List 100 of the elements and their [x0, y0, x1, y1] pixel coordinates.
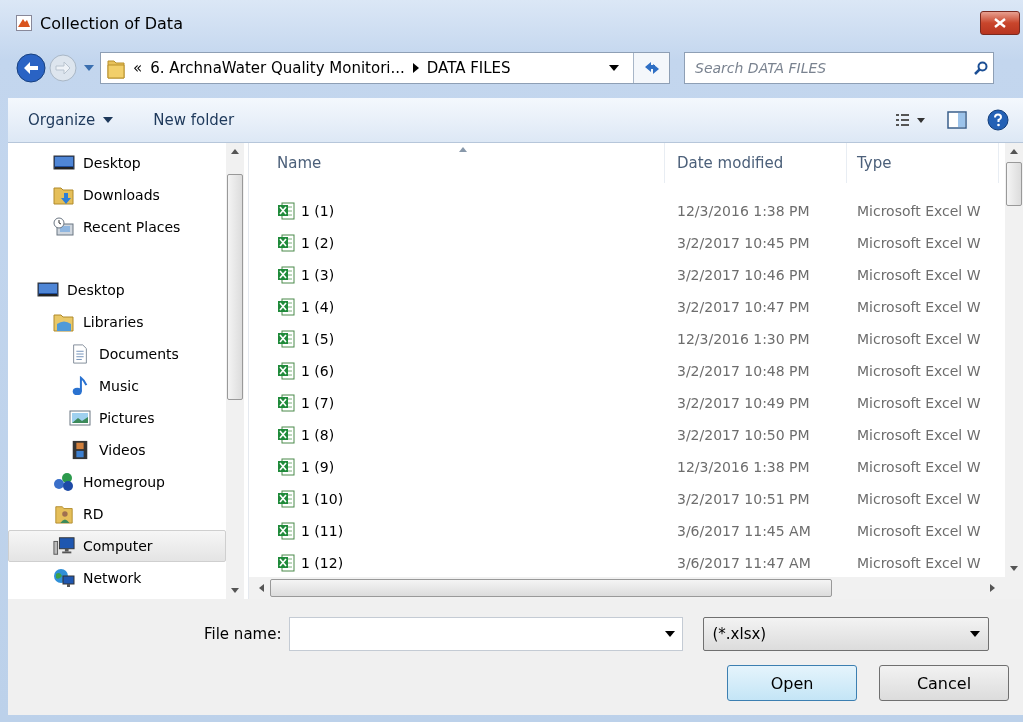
table-cell-text: Microsoft Excel W: [856, 426, 982, 445]
breadcrumb[interactable]: 6. ArchnaWater Quality Monitori...: [150, 59, 405, 77]
toolbar-button[interactable]: New folder: [145, 107, 243, 133]
file-name-cell[interactable]: 1 (12): [249, 547, 665, 577]
table-cell-text: Microsoft Excel W: [856, 554, 982, 573]
caret-icon: [103, 117, 114, 123]
sidebar-item[interactable]: Computer: [8, 530, 226, 562]
table-cell-text: 3/2/2017 10:51 PM: [676, 490, 811, 509]
column-header[interactable]: Name: [249, 143, 665, 183]
sidebar-item[interactable]: Documents: [8, 338, 226, 370]
history-dropdown-icon[interactable]: [84, 65, 94, 71]
spreadsheet-icon: [277, 522, 295, 540]
sidebar-item[interactable]: Videos: [8, 434, 226, 466]
file-name-cell[interactable]: 1 (9): [249, 451, 665, 483]
column-header[interactable]: Type: [847, 143, 999, 183]
sidebar-item[interactable]: Pictures: [8, 402, 226, 434]
table-cell-text: 12/3/2016 1:30 PM: [676, 330, 811, 349]
preview-pane-icon[interactable]: [947, 111, 967, 129]
sidebar-item[interactable]: Desktop: [8, 274, 226, 306]
cancel-button[interactable]: Cancel: [879, 665, 1009, 701]
sidebar-item[interactable]: Network: [8, 562, 226, 594]
folder-icon: [107, 57, 125, 79]
close-icon: [994, 18, 1006, 28]
sort-arrow-icon: [459, 147, 467, 152]
table-cell-text: Microsoft Excel W: [856, 330, 982, 349]
table-cell-text: Microsoft Excel W: [856, 522, 982, 541]
view-options-icon[interactable]: [895, 112, 927, 128]
sidebar-item[interactable]: Homegroup: [8, 466, 226, 498]
scrollbar[interactable]: [226, 143, 244, 599]
desktop-icon: [37, 280, 59, 300]
caret-icon[interactable]: [665, 631, 676, 637]
file-name-cell[interactable]: 1 (1): [249, 195, 665, 227]
table-cell-text: Microsoft Excel W: [856, 362, 982, 381]
address-bar[interactable]: « 6. ArchnaWater Quality Monitori... DATA FILES: [100, 52, 670, 84]
scrollbar[interactable]: [1005, 143, 1023, 577]
caret-icon: [970, 631, 981, 637]
table-cell-text: 12/3/2016 1:38 PM: [676, 458, 811, 477]
scroll-up-icon[interactable]: [1010, 149, 1018, 154]
file-type-dropdown[interactable]: (*.xlsx): [703, 617, 990, 651]
table-cell-text: Microsoft Excel W: [856, 202, 982, 221]
scroll-thumb[interactable]: [270, 579, 832, 597]
search-field[interactable]: Search DATA FILES: [684, 52, 994, 84]
spreadsheet-icon: [277, 426, 295, 444]
organize-menu[interactable]: Organize: [20, 107, 122, 133]
table-cell-text: Microsoft Excel W: [856, 490, 982, 509]
file-name-cell[interactable]: 1 (7): [249, 387, 665, 419]
table-cell-text: 12/3/2016 1:38 PM: [676, 202, 811, 221]
scroll-left-icon[interactable]: [259, 584, 264, 592]
sidebar-item[interactable]: Downloads: [8, 179, 226, 211]
file-name-cell[interactable]: 1 (5): [249, 323, 665, 355]
folder-icon: [53, 185, 75, 205]
scroll-up-icon[interactable]: [231, 149, 239, 154]
scroll-thumb[interactable]: [227, 174, 243, 400]
table-cell-text: 3/2/2017 10:45 PM: [676, 234, 811, 253]
table-cell-text: 3/6/2017 11:45 AM: [676, 522, 812, 541]
spreadsheet-icon: [277, 394, 295, 412]
table-cell-text: 3/2/2017 10:46 PM: [676, 266, 811, 285]
breadcrumb[interactable]: DATA FILES: [426, 59, 511, 77]
help-icon[interactable]: [987, 109, 1009, 131]
user-folder-icon: [53, 504, 75, 524]
caret-icon[interactable]: [609, 65, 619, 71]
spreadsheet-icon: [277, 298, 295, 316]
desktop-icon: [53, 153, 75, 173]
sidebar-item[interactable]: Libraries: [8, 306, 226, 338]
file-name-cell[interactable]: 1 (3): [249, 259, 665, 291]
sidebar-item[interactable]: Desktop: [8, 147, 226, 179]
file-name-cell[interactable]: 1 (2): [249, 227, 665, 259]
network-icon: [53, 568, 75, 588]
scroll-thumb[interactable]: [1006, 162, 1022, 206]
file-name-cell[interactable]: 1 (6): [249, 355, 665, 387]
table-cell-text: 3/2/2017 10:48 PM: [676, 362, 811, 381]
file-name-cell[interactable]: 1 (11): [249, 515, 665, 547]
scroll-down-icon[interactable]: [1010, 566, 1018, 571]
back-button[interactable]: [16, 53, 46, 83]
spreadsheet-icon: [277, 234, 295, 252]
search-icon: [974, 61, 988, 75]
table-cell-text: Microsoft Excel W: [856, 298, 982, 317]
scroll-down-icon[interactable]: [231, 588, 239, 593]
sidebar-item[interactable]: RD: [8, 498, 226, 530]
file-name-cell[interactable]: 1 (8): [249, 419, 665, 451]
computer-icon: [53, 536, 75, 556]
sidebar-item[interactable]: Music: [8, 370, 226, 402]
app-icon: [16, 15, 32, 31]
refresh-button[interactable]: [633, 53, 669, 83]
column-header[interactable]: Date modified: [665, 143, 847, 183]
table-cell-text: 3/2/2017 10:49 PM: [676, 394, 811, 413]
file-name-cell[interactable]: 1 (10): [249, 483, 665, 515]
table-cell-text: 3/2/2017 10:47 PM: [676, 298, 811, 317]
table-cell-text: Microsoft Excel W: [856, 234, 982, 253]
breadcrumb-overflow[interactable]: «: [133, 59, 143, 77]
open-button[interactable]: Open: [727, 665, 857, 701]
close-button[interactable]: [980, 11, 1020, 35]
scroll-right-icon[interactable]: [990, 584, 995, 592]
spreadsheet-icon: [277, 554, 295, 572]
table-cell-text: Microsoft Excel W: [856, 266, 982, 285]
scrollbar[interactable]: [249, 577, 1023, 599]
sidebar-item[interactable]: Recent Places: [8, 211, 226, 243]
file-name-cell[interactable]: 1 (4): [249, 291, 665, 323]
homegroup-icon: [53, 472, 75, 492]
file-name-field[interactable]: [289, 617, 684, 651]
